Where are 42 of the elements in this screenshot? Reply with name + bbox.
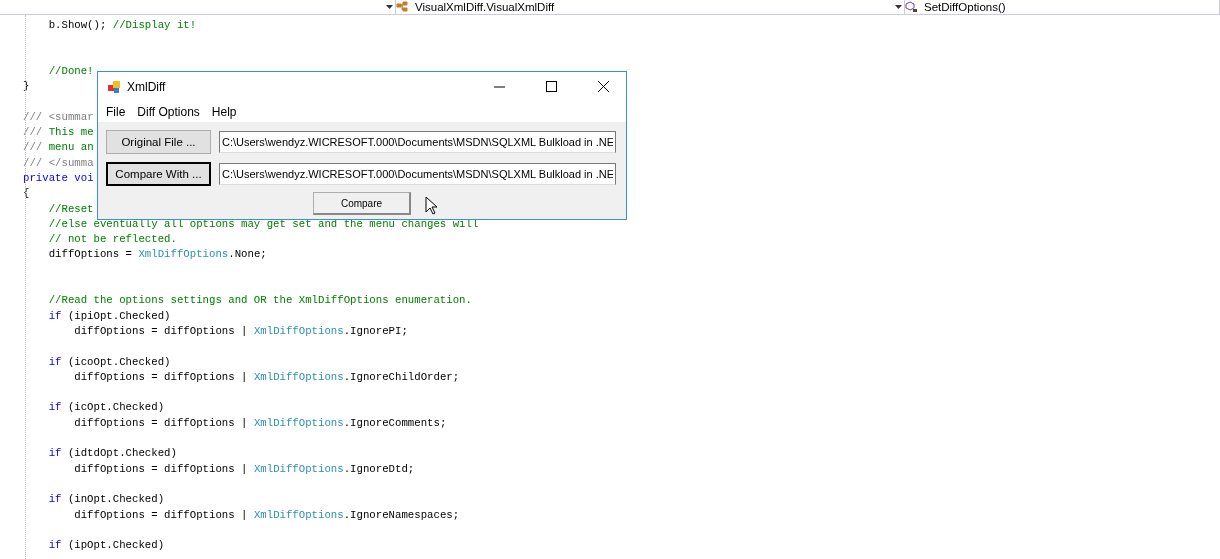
navigation-dropdown[interactable]: SetDiffOptions() (905, 0, 1220, 14)
code-line: diffOptions = diffOptions | XmlDiffOptions.IgnoreChildOrder; (74, 369, 460, 385)
file-button[interactable]: Original File ... (106, 130, 211, 154)
code-line: diffOptions = diffOptions | XmlDiffOptions.IgnorePI; (74, 323, 408, 339)
cube-icon (905, 1, 918, 13)
navigation-dropdown[interactable]: VisualXmlDiff.VisualXmlDiff (396, 0, 905, 14)
code-line: /// menu an (23, 140, 94, 156)
close-icon[interactable] (597, 81, 609, 92)
code-line: // not be reflected. (48, 232, 177, 248)
window-title: XmlDiff (127, 79, 167, 94)
code-line: diffOptions = XmlDiffOptions.None; (48, 247, 267, 263)
code-line: //Read the options settings and OR the XmlDiffOptions enumeration. (48, 293, 472, 309)
code-line: if (idtdOpt.Checked) (48, 446, 177, 462)
compare-button[interactable]: Compare (313, 192, 411, 215)
code-line: /// This me (23, 125, 94, 141)
menu-item[interactable]: Help (205, 104, 243, 119)
menu-item[interactable]: Diff Options (131, 104, 206, 119)
path-field[interactable]: C:\Users\wendyz.WICRESOFT.000\Documents\MSDN\SQLXML Bulkload in .NE (219, 163, 616, 185)
code-line: /// </summa (23, 155, 94, 171)
dropdown-arrow-icon (895, 5, 902, 9)
code-line: //Done! (48, 63, 94, 79)
file-button[interactable]: Compare With ... (106, 162, 211, 186)
code-line: private voi (23, 170, 94, 186)
code-line: diffOptions = diffOptions | XmlDiffOptions.IgnoreNamespaces; (74, 507, 460, 523)
class-icon (396, 1, 409, 13)
code-line: if (inOpt.Checked) (48, 492, 165, 508)
path-field[interactable]: C:\Users\wendyz.WICRESOFT.000\Documents\MSDN\SQLXML Bulkload in .NE (219, 131, 616, 153)
code-line: if (icOpt.Checked) (48, 400, 165, 416)
code-line: diffOptions = diffOptions | XmlDiffOptions.IgnoreComments; (74, 415, 447, 431)
code-line: b.Show(); //Display it! (48, 18, 197, 33)
code-line: if (ipOpt.Checked) (48, 538, 165, 554)
code-line: /// <summar (23, 109, 94, 125)
menu-item[interactable]: File (100, 104, 132, 119)
code-line: if (icoOpt.Checked) (48, 354, 171, 370)
minimize-icon[interactable] (493, 85, 505, 88)
code-line: diffOptions = diffOptions | XmlDiffOptions.IgnoreDtd; (74, 461, 415, 477)
dropdown-arrow-icon[interactable] (386, 5, 393, 9)
code-line: if (ipiOpt.Checked) (48, 308, 171, 324)
mouse-cursor-icon (425, 196, 438, 216)
app-icon (107, 79, 121, 94)
maximize-icon[interactable] (545, 81, 557, 92)
code-line: //Reset (48, 201, 94, 217)
